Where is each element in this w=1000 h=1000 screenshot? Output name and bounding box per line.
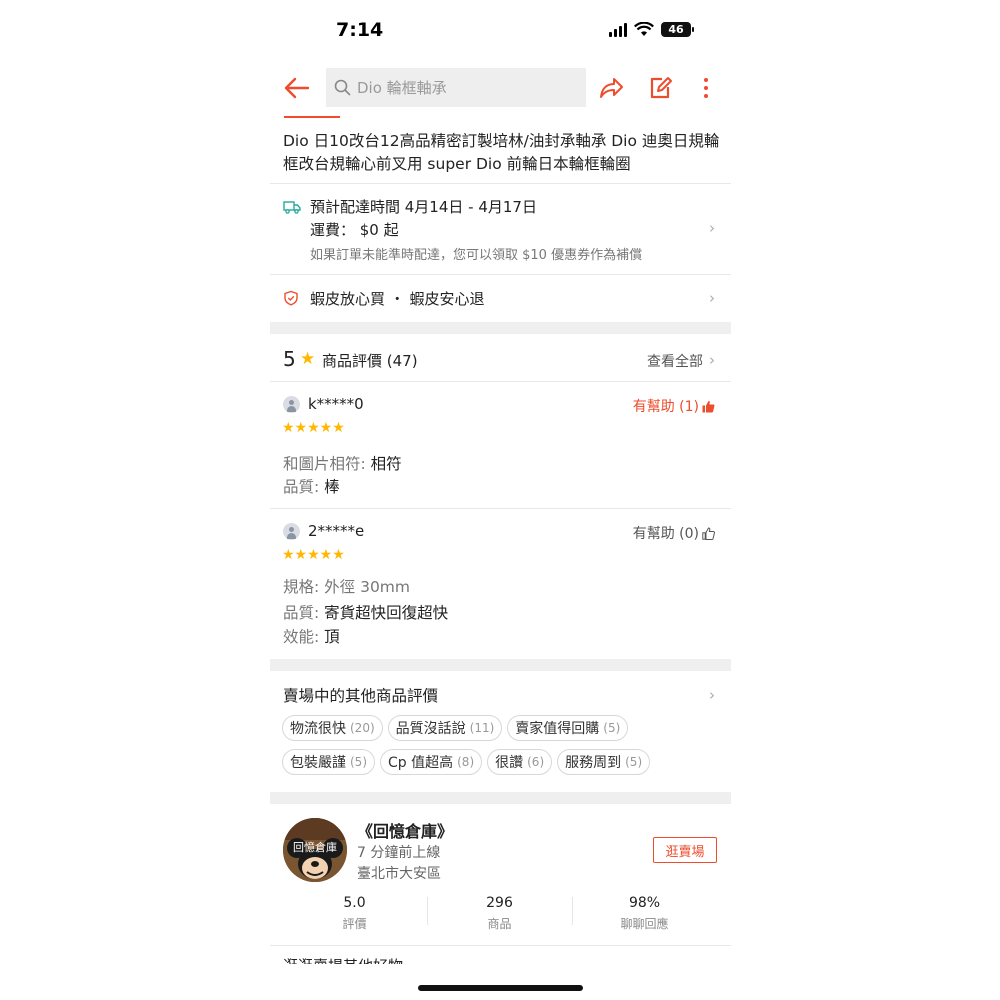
thumbs-up-outline-icon [702,526,715,540]
shop-avatar[interactable]: 回憶倉庫 [283,818,347,882]
shop-stat-chat-response: 98% 聊聊回應 [568,895,721,932]
shipping-note: 如果訂單未能準時配達，您可以領取 $10 優惠券作為補償 [310,248,643,263]
shop-avatar-label: 回憶倉庫 [293,841,337,854]
wifi-icon [634,22,654,36]
section-title-cutoff: 逛逛賣場其他好物 [283,955,403,964]
tab-indicator [284,116,340,118]
search-placeholder: Dio 輪框軸承 [357,79,447,97]
review-line: 品質: 寄貨超快回復超快 [283,604,449,622]
review-item: 2*****e 有幫助 (0) ★★★★★ 規格: 外徑 30mm 品質: 寄貨… [270,509,731,659]
chevron-right-icon: › [709,351,715,369]
truck-icon [283,201,301,214]
chevron-right-icon: › [709,686,715,704]
guarantee-row[interactable]: 蝦皮放心買 ・ 蝦皮安心退 › [270,275,731,321]
review-tag-chip[interactable]: 物流很快 (20) [282,715,383,741]
section-separator [270,659,731,671]
review-line: 和圖片相符: 相符 [283,455,402,473]
review-tag-chip[interactable]: Cp 值超高 (8) [380,749,483,775]
user-avatar [283,523,300,540]
stat-value: 5.0 [343,895,366,911]
shield-icon [284,290,298,306]
shop-stat-rating: 5.0 評價 [278,895,431,932]
review-stars: ★★★★★ [282,547,345,563]
review-tag-chip[interactable]: 賣家值得回購 (5) [507,715,629,741]
shop-online-status: 7 分鐘前上線 [357,845,441,861]
helpful-button[interactable]: 有幫助 (1) [633,396,715,416]
other-reviews-title[interactable]: 賣場中的其他商品評價 [283,684,438,706]
guarantee-text: 蝦皮放心買 ・ 蝦皮安心退 [310,290,485,308]
stat-value: 296 [486,895,513,911]
ratings-label: 商品評價 (47) [322,352,418,370]
divider [270,945,731,946]
back-arrow-icon[interactable] [282,74,312,102]
more-vertical-icon[interactable] [692,74,720,102]
home-indicator [418,985,583,991]
user-avatar [283,396,300,413]
thumbs-up-filled-icon [702,400,715,412]
helpful-label: 有幫助 (1) [632,399,699,415]
status-bar: 7:14 46 [270,0,731,60]
shop-name[interactable]: 《回憶倉庫》 [357,818,453,842]
chevron-right-icon: › [709,219,715,237]
visit-shop-button[interactable]: 逛賣場 [653,837,717,863]
product-title: Dio 日10改台12高品精密訂製培林/油封承軸承 Dio 迪奧日規輪框改台規輪… [283,132,720,173]
review-tag-chip[interactable]: 服務周到 (5) [557,749,651,775]
see-all-link[interactable]: 查看全部 [647,351,703,371]
review-tag-chip[interactable]: 品質沒話說 (11) [387,715,503,741]
star-icon: ★ [300,349,316,369]
status-icons: 46 [609,22,694,37]
review-tag-chip[interactable]: 包裝嚴謹 (5) [282,749,375,775]
edit-icon[interactable] [646,74,674,102]
shipping-row[interactable]: 預計配達時間 4月14日 - 4月17日 運費： $0 起 如果訂單未能準時配達… [270,184,731,274]
search-input[interactable]: Dio 輪框軸承 [326,68,586,107]
ratings-header: 5 ★ 商品評價 (47) 查看全部 › [270,334,731,382]
stat-label: 評價 [342,917,367,931]
chevron-right-icon: › [709,289,715,307]
section-separator [270,792,731,804]
shop-section: 回憶倉庫 《回憶倉庫》 7 分鐘前上線 臺北市大安區 逛賣場 5.0 評價 29… [270,805,731,945]
shop-stat-products: 296 商品 [423,895,576,932]
section-separator [270,322,731,334]
shipping-fee: 運費： $0 起 [310,221,399,239]
stat-value: 98% [628,895,661,911]
shop-location: 臺北市大安區 [357,866,441,882]
review-item: k*****0 有幫助 (1) ★★★★★ 和圖片相符: 相符 品質: 棒 [270,382,731,508]
status-time: 7:14 [336,19,384,41]
share-icon[interactable] [597,74,625,102]
delivery-eta: 預計配達時間 4月14日 - 4月17日 [310,198,537,216]
review-username: k*****0 [308,395,364,413]
battery-icon: 46 [661,22,694,37]
helpful-label: 有幫助 (0) [632,526,699,542]
review-tag-chip[interactable]: 很讚 (6) [487,749,553,775]
review-line: 品質: 棒 [283,478,340,496]
review-line: 規格: 外徑 30mm [283,578,411,596]
review-tags-row: 包裝嚴謹 (5) Cp 值超高 (8) 很讚 (6) 服務周到 (5) [282,749,722,775]
stat-label: 商品 [487,917,512,931]
review-username: 2*****e [308,522,365,540]
review-line: 效能: 頂 [283,628,340,646]
review-stars: ★★★★★ [282,420,345,436]
rating-score: 5 [283,347,296,371]
search-icon [334,79,351,96]
cellular-signal-icon [609,22,627,37]
top-header: Dio 輪框軸承 [270,66,731,110]
helpful-button[interactable]: 有幫助 (0) [633,523,715,543]
phone-screen: 7:14 46 Dio 輪框軸承 Dio 日10改台12高品精密訂製培林/油封承… [270,0,731,1000]
stat-label: 聊聊回應 [620,917,669,931]
review-tags-row: 物流很快 (20) 品質沒話說 (11) 賣家值得回購 (5) [282,715,722,741]
